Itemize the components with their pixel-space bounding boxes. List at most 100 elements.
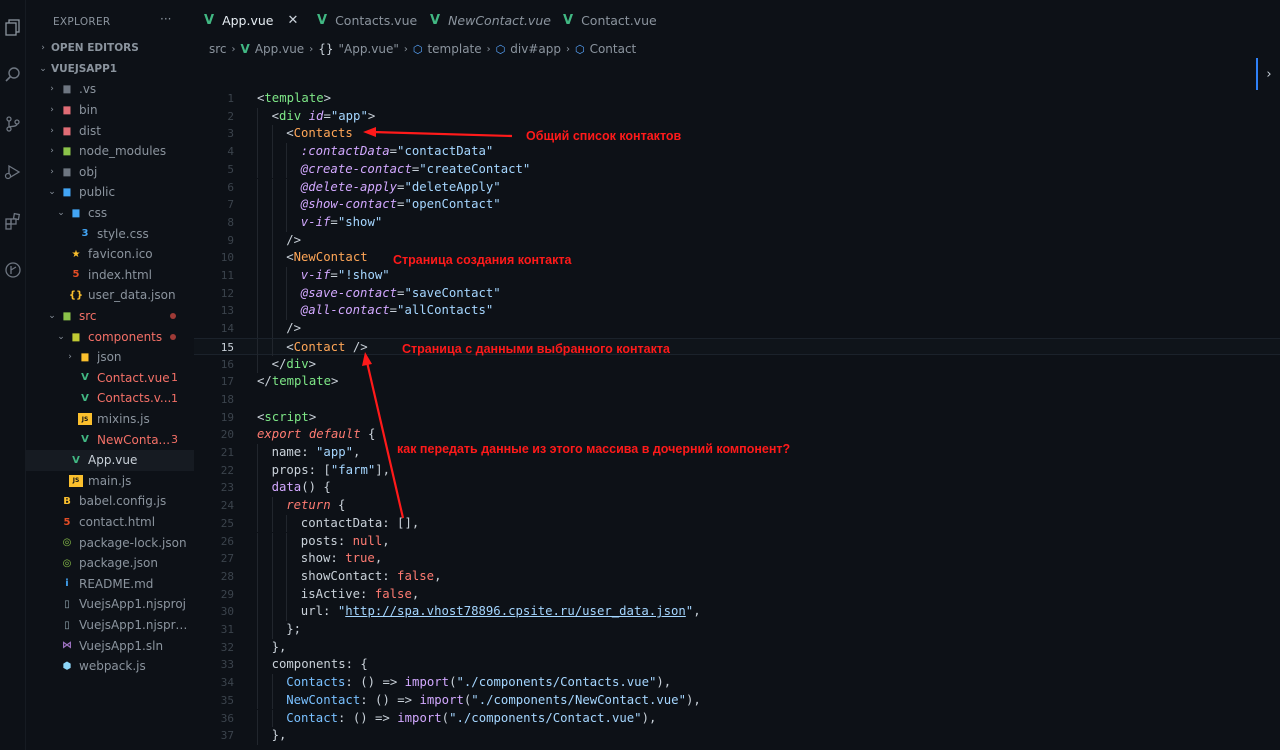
breadcrumb-object[interactable]: "App.vue" bbox=[338, 42, 398, 56]
indent-guide bbox=[257, 338, 258, 357]
folder-item[interactable]: ⌄ ▆ components bbox=[26, 326, 194, 347]
file-item[interactable]: i README.md bbox=[26, 574, 194, 595]
code-line[interactable]: 10 <NewContact bbox=[194, 249, 1280, 267]
folder-item[interactable]: › ▆ node_modules bbox=[26, 141, 194, 162]
folder-item[interactable]: ⌄ ▆ src bbox=[26, 306, 194, 327]
code-line[interactable]: 6 @delete-apply="deleteApply" bbox=[194, 178, 1280, 197]
code-line[interactable]: 30 url: "http://spa.vhost78896.cpsite.ru/… bbox=[194, 603, 1280, 621]
code-line[interactable]: 8 v-if="show" bbox=[194, 213, 1280, 232]
code-line[interactable]: 27 show: true, bbox=[194, 550, 1280, 568]
explorer-icon[interactable] bbox=[4, 18, 22, 36]
source-control-icon[interactable] bbox=[4, 115, 22, 133]
file-item[interactable]: 3 style.css bbox=[26, 223, 194, 244]
breadcrumb-file[interactable]: App.vue bbox=[255, 42, 304, 56]
breadcrumb-template[interactable]: template bbox=[427, 42, 481, 56]
file-item[interactable]: ★ favicon.ico bbox=[26, 244, 194, 265]
code-line[interactable]: 32}, bbox=[194, 638, 1280, 657]
folder-item[interactable]: › ▆ obj bbox=[26, 162, 194, 183]
code-line[interactable]: 14 /> bbox=[194, 320, 1280, 338]
folder-item[interactable]: ⌄ ▆ css bbox=[26, 203, 194, 224]
tab-newcontact-vue[interactable]: V NewContact.vue bbox=[420, 0, 553, 40]
code-line[interactable]: 37}, bbox=[194, 727, 1280, 745]
close-icon[interactable]: ✕ bbox=[287, 13, 298, 28]
code-line[interactable]: 13 @all-contact="allContacts" bbox=[194, 302, 1280, 321]
error-count-badge: 1 bbox=[171, 371, 178, 385]
timeline-icon[interactable] bbox=[4, 261, 22, 279]
file-item[interactable]: 5 contact.html bbox=[26, 512, 194, 533]
code-line[interactable]: 23 data() { bbox=[194, 479, 1280, 498]
code-line[interactable]: 24 return { bbox=[194, 497, 1280, 515]
code-line[interactable]: 1 <template> bbox=[194, 90, 1280, 108]
code-line[interactable]: 22 props: ["farm"], bbox=[194, 461, 1280, 480]
file-item[interactable]: V Contacts.v... 1 bbox=[26, 388, 194, 409]
tab-contact-vue[interactable]: V Contact.vue bbox=[553, 0, 666, 40]
code-line[interactable]: 31}; bbox=[194, 621, 1280, 639]
code-line[interactable]: 9 /> bbox=[194, 231, 1280, 250]
tree-item-label: node_modules bbox=[79, 144, 167, 159]
folder-item[interactable]: › ▆ .vs bbox=[26, 79, 194, 100]
code-line[interactable]: 15 <Contact /> bbox=[194, 337, 1280, 357]
code-line[interactable]: 12 @save-contact="saveContact" bbox=[194, 284, 1280, 303]
code-line[interactable]: 19 <script> bbox=[194, 409, 1280, 427]
extensions-icon[interactable] bbox=[4, 212, 22, 230]
file-item[interactable]: ▯ VuejsApp1.njsproj bbox=[26, 594, 194, 615]
tab-contacts-vue[interactable]: V Contacts.vue bbox=[307, 0, 420, 40]
code-text: NewContact: () => import("./components/N… bbox=[286, 692, 701, 710]
file-item[interactable]: V App.vue bbox=[26, 450, 194, 471]
file-item[interactable]: 5 index.html bbox=[26, 265, 194, 286]
code-token: Contact bbox=[293, 339, 353, 354]
folder-item[interactable]: › ▆ bin bbox=[26, 100, 194, 121]
code-line[interactable]: 34 Contacts: () => import("./components/C… bbox=[194, 674, 1280, 692]
indent-guide bbox=[271, 320, 273, 338]
folder-item[interactable]: ⌄ ▆ public bbox=[26, 182, 194, 203]
search-icon[interactable] bbox=[4, 66, 22, 84]
breadcrumb-src[interactable]: src bbox=[209, 42, 227, 56]
code-line[interactable]: 7 @show-contact="openContact" bbox=[194, 196, 1280, 214]
folder-item[interactable]: › ▆ json bbox=[26, 347, 194, 368]
file-item[interactable]: ◎ package-lock.json bbox=[26, 532, 194, 553]
file-item[interactable]: V Contact.vue 1 bbox=[26, 368, 194, 389]
section-vuejsapp1[interactable]: ⌄ VUEJSAPP1 bbox=[26, 59, 194, 80]
code-line[interactable]: 18 bbox=[194, 391, 1280, 409]
code-line[interactable]: 28 showContact: false, bbox=[194, 567, 1280, 586]
code-line[interactable]: 3 <Contacts bbox=[194, 125, 1280, 144]
run-debug-icon[interactable] bbox=[4, 163, 22, 181]
tree-item-label: .vs bbox=[79, 82, 97, 97]
file-item[interactable]: V NewConta... 3 bbox=[26, 429, 194, 450]
code-line[interactable]: 16 </div> bbox=[194, 355, 1280, 374]
code-line[interactable]: 17 </template> bbox=[194, 373, 1280, 391]
file-item[interactable]: Bbabel.config.js bbox=[26, 491, 194, 512]
file-item[interactable]: JS mixins.js bbox=[26, 409, 194, 430]
code-line[interactable]: 5 @create-contact="createContact" bbox=[194, 160, 1280, 179]
line-number: 14 bbox=[220, 322, 234, 336]
code-line[interactable]: 11 v-if="!show" bbox=[194, 267, 1280, 285]
code-line[interactable]: 26 posts: null, bbox=[194, 532, 1280, 551]
code-text: name: "app", bbox=[272, 444, 361, 462]
code-line[interactable]: 29 isActive: false, bbox=[194, 585, 1280, 604]
code-editor[interactable]: 1 <template> 2 <div id="app"> 3 <Contacts 4:co… bbox=[194, 90, 1280, 750]
code-line[interactable]: 33 components: { bbox=[194, 656, 1280, 675]
section-open-editors[interactable]: › OPEN EDITORS bbox=[26, 38, 194, 59]
folder-item[interactable]: › ▆ dist bbox=[26, 120, 194, 141]
file-item[interactable]: {} user_data.json bbox=[26, 285, 194, 306]
file-item[interactable]: ⋈ VuejsApp1.sln bbox=[26, 635, 194, 656]
file-item[interactable]: ◎ package.json bbox=[26, 553, 194, 574]
breadcrumb-component[interactable]: Contact bbox=[590, 42, 637, 56]
tab-app-vue[interactable]: V App.vue ✕ bbox=[194, 0, 307, 40]
code-line[interactable]: 35 NewContact: () => import("./components… bbox=[194, 691, 1280, 710]
code-text: }, bbox=[272, 639, 287, 657]
code-line[interactable]: 4:contactData="contactData" bbox=[194, 143, 1280, 161]
line-number: 20 bbox=[220, 428, 234, 442]
code-line[interactable]: 36 Contact: () => import("./components/Co… bbox=[194, 709, 1280, 728]
file-item[interactable]: ⬢ webpack.js bbox=[26, 656, 194, 677]
code-line[interactable]: 25 contactData: [], bbox=[194, 514, 1280, 533]
code-text: }, bbox=[272, 727, 287, 745]
code-line[interactable]: 2 <div id="app"> bbox=[194, 107, 1280, 126]
breadcrumb-div[interactable]: div#app bbox=[510, 42, 561, 56]
more-actions-icon[interactable]: ··· bbox=[160, 12, 171, 26]
minimap-toggle[interactable]: › bbox=[1256, 58, 1280, 90]
indent-guide bbox=[257, 497, 258, 515]
file-item[interactable]: ▯ VuejsApp1.njsproj... bbox=[26, 615, 194, 636]
file-item[interactable]: JS main.js bbox=[26, 471, 194, 492]
line-number: 2 bbox=[227, 109, 234, 123]
